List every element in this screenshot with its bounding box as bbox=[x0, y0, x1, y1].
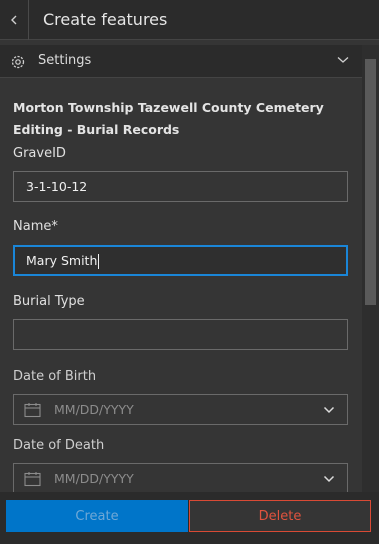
name-input-value: Mary Smith bbox=[26, 253, 98, 268]
back-button[interactable] bbox=[0, 0, 29, 40]
gear-icon bbox=[11, 55, 25, 69]
name-input[interactable]: Mary Smith bbox=[13, 245, 348, 276]
date-of-birth-label: Date of Birth bbox=[13, 369, 97, 384]
date-of-birth-picker[interactable]: MM/DD/YYYY bbox=[13, 394, 348, 425]
scrollbar-thumb[interactable] bbox=[365, 59, 376, 305]
chevron-down-icon bbox=[323, 475, 335, 483]
name-label: Name* bbox=[13, 219, 58, 234]
chevron-down-icon bbox=[337, 57, 349, 63]
scrollbar[interactable] bbox=[362, 45, 379, 492]
chevron-down-icon bbox=[323, 406, 335, 414]
graveid-label: GraveID bbox=[13, 146, 66, 161]
settings-toggle[interactable]: Settings bbox=[0, 45, 362, 78]
text-caret bbox=[98, 254, 100, 269]
form-title: Morton Township Tazewell County Cemetery… bbox=[13, 100, 324, 137]
date-of-death-picker[interactable]: MM/DD/YYYY bbox=[13, 463, 348, 494]
delete-button[interactable]: Delete bbox=[189, 500, 371, 532]
date-of-death-label: Date of Death bbox=[13, 438, 105, 453]
action-footer: Create Delete bbox=[0, 492, 379, 544]
settings-label: Settings bbox=[38, 53, 92, 68]
graveid-input[interactable]: 3-1-10-12 bbox=[13, 171, 348, 202]
date-of-birth-placeholder: MM/DD/YYYY bbox=[54, 402, 134, 417]
page-title: Create features bbox=[43, 10, 168, 29]
calendar-icon bbox=[24, 403, 41, 418]
create-button[interactable]: Create bbox=[6, 500, 188, 532]
chevron-left-icon bbox=[11, 15, 17, 25]
date-of-death-placeholder: MM/DD/YYYY bbox=[54, 471, 134, 486]
panel-header: Create features bbox=[0, 0, 379, 40]
burial-type-input[interactable] bbox=[13, 319, 348, 350]
burial-type-label: Burial Type bbox=[13, 294, 85, 309]
calendar-icon bbox=[24, 472, 41, 487]
